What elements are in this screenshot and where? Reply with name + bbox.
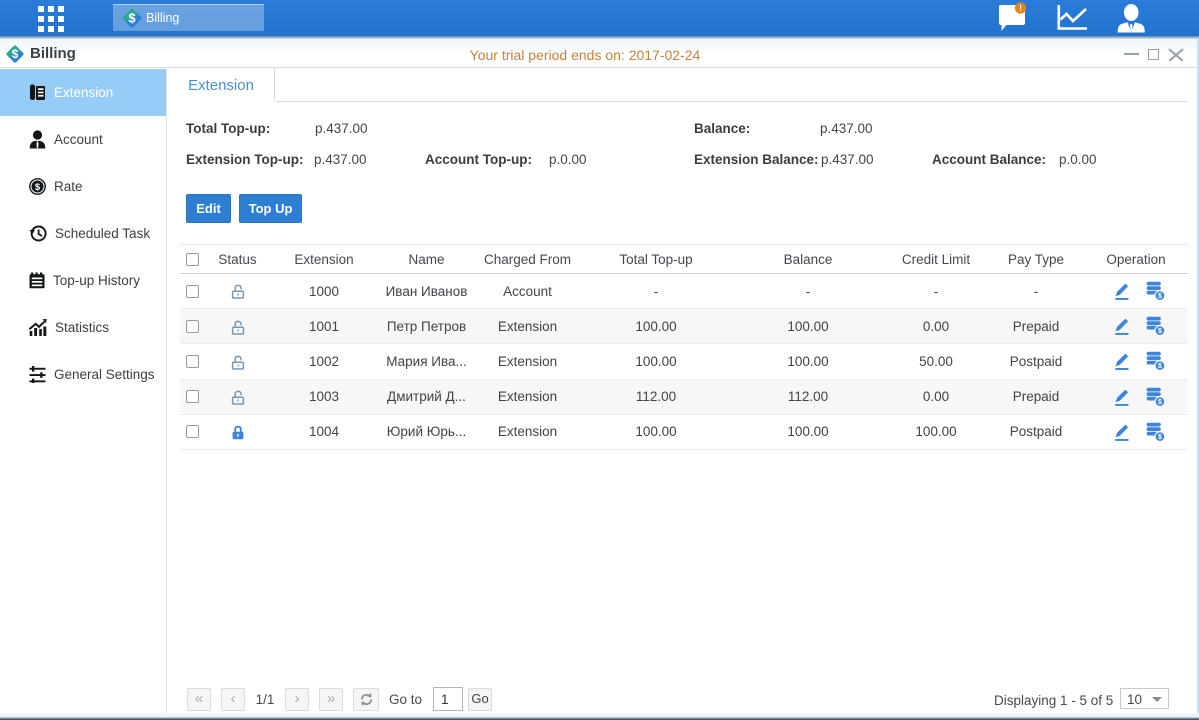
svg-text:$: $ — [35, 182, 41, 193]
svg-text:$: $ — [12, 47, 19, 61]
svg-text:!: ! — [1019, 3, 1022, 13]
svg-text:$: $ — [128, 11, 136, 26]
